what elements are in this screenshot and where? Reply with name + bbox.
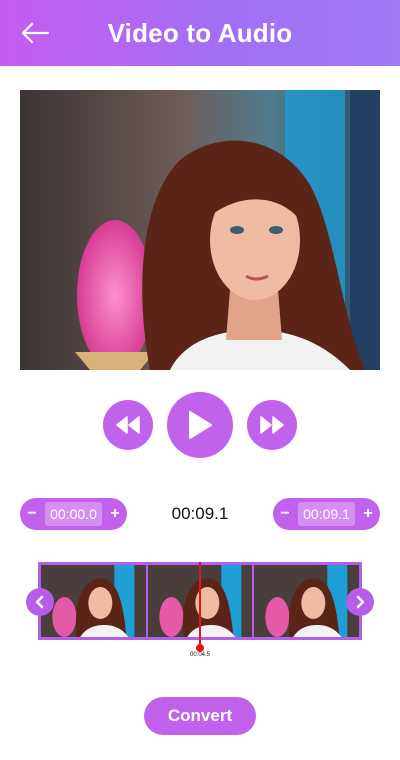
previous-frame-button[interactable] xyxy=(26,588,54,616)
frame-thumbnail xyxy=(41,565,146,637)
playhead[interactable] xyxy=(199,562,201,648)
fast-forward-icon xyxy=(260,416,284,434)
app-header: Video to Audio xyxy=(0,0,400,66)
video-frame-image xyxy=(20,90,380,370)
play-button[interactable] xyxy=(167,392,233,458)
rewind-icon xyxy=(116,416,140,434)
selected-duration: 00:09.1 xyxy=(171,504,229,523)
chevron-right-icon xyxy=(356,595,365,609)
end-time-increment-button[interactable]: + xyxy=(356,505,380,523)
start-time-decrement-button[interactable]: − xyxy=(20,505,44,523)
video-preview[interactable] xyxy=(20,90,380,370)
end-time-decrement-button[interactable]: − xyxy=(273,505,297,523)
start-time-increment-button[interactable]: + xyxy=(103,505,127,523)
play-icon xyxy=(189,411,212,439)
fast-forward-button[interactable] xyxy=(247,400,297,450)
start-time-value[interactable]: 00:00.0 xyxy=(45,502,102,526)
next-frame-button[interactable] xyxy=(346,588,374,616)
frame-thumbnail xyxy=(254,565,359,637)
end-time-stepper: − 00:09.1 + xyxy=(273,498,380,530)
playhead-handle[interactable] xyxy=(196,644,204,652)
convert-button[interactable]: Convert xyxy=(144,697,256,735)
timeline: 00:04.5 xyxy=(0,560,400,660)
end-time-value[interactable]: 00:09.1 xyxy=(298,502,355,526)
player-controls xyxy=(0,392,400,458)
page-title: Video to Audio xyxy=(107,18,293,48)
chevron-left-icon xyxy=(35,595,44,609)
start-time-stepper: − 00:00.0 + xyxy=(20,498,127,530)
playhead-time: 00:04.5 xyxy=(189,652,211,658)
rewind-button[interactable] xyxy=(103,400,153,450)
trim-controls: − 00:00.0 + 00:09.1 − 00:09.1 + xyxy=(0,498,400,530)
